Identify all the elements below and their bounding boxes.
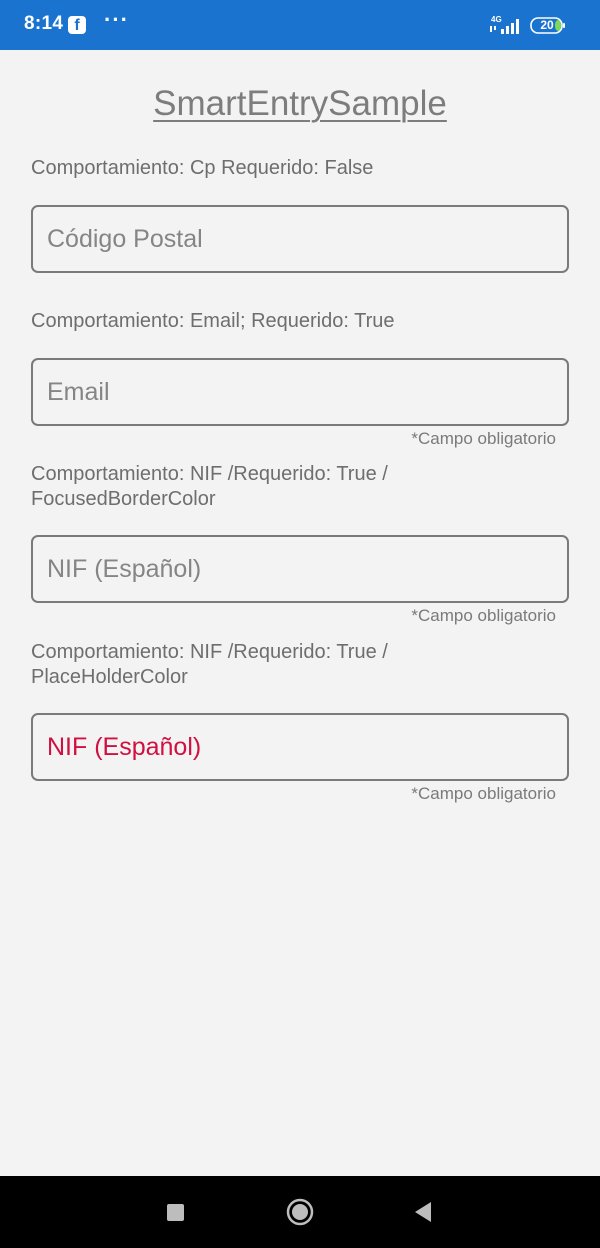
more-dots-icon: ··· [104,7,129,32]
nif-placeholder: NIF (Español) [47,555,202,583]
facebook-icon: f [68,16,86,34]
home-circle-icon[interactable] [286,1198,314,1226]
postal-code-placeholder: Código Postal [47,225,203,253]
nif-placeholder-red: NIF (Español) [47,733,202,761]
behavior-label: Comportamiento: Email; Requerido: True [31,310,395,332]
required-hint: *Campo obligatorio [411,606,556,625]
behavior-label: Comportamiento: NIF /Requerido: True / F… [31,463,388,510]
email-input[interactable]: Email [31,358,569,426]
battery-level: 20 [540,18,554,32]
required-hint: *Campo obligatorio [411,429,556,448]
behavior-label: Comportamiento: Cp Requerido: False [31,157,374,179]
email-placeholder: Email [47,378,110,406]
postal-code-input[interactable]: Código Postal [31,205,569,273]
nif-input-placeholder-color[interactable]: NIF (Español) [31,713,569,781]
back-triangle-icon[interactable] [413,1201,433,1223]
required-hint: *Campo obligatorio [411,784,556,803]
recents-square-icon[interactable] [167,1204,184,1221]
network-type: 4G [491,15,502,24]
nif-input-focused-border[interactable]: NIF (Español) [31,535,569,603]
behavior-label: Comportamiento: NIF /Requerido: True / P… [31,641,388,688]
navigation-bar [0,1176,600,1248]
status-bar: 8:14 f ··· 4G 20 [0,0,600,50]
signal-icon: 4G [490,15,519,34]
page-title: SmartEntrySample [153,84,447,123]
status-time: 8:14 [24,13,64,34]
